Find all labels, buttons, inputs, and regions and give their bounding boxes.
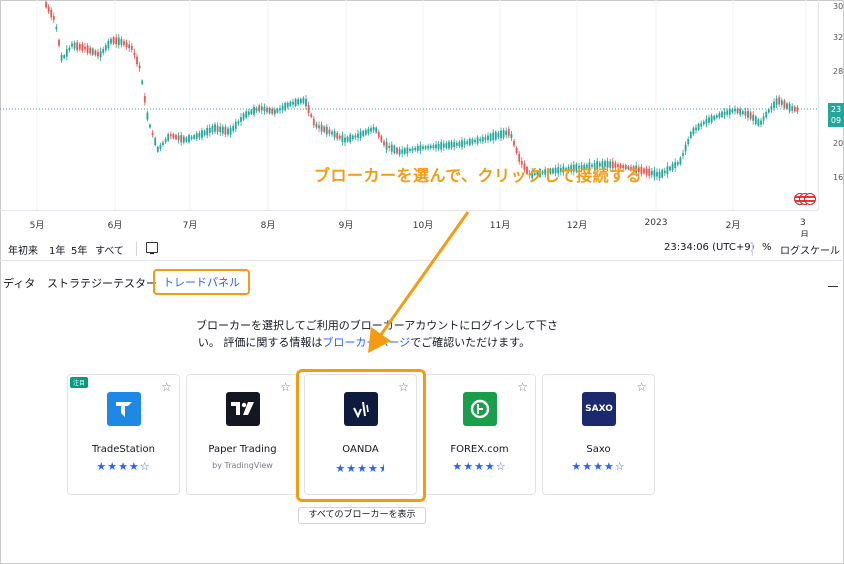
annotation-arrow-icon xyxy=(368,211,470,353)
